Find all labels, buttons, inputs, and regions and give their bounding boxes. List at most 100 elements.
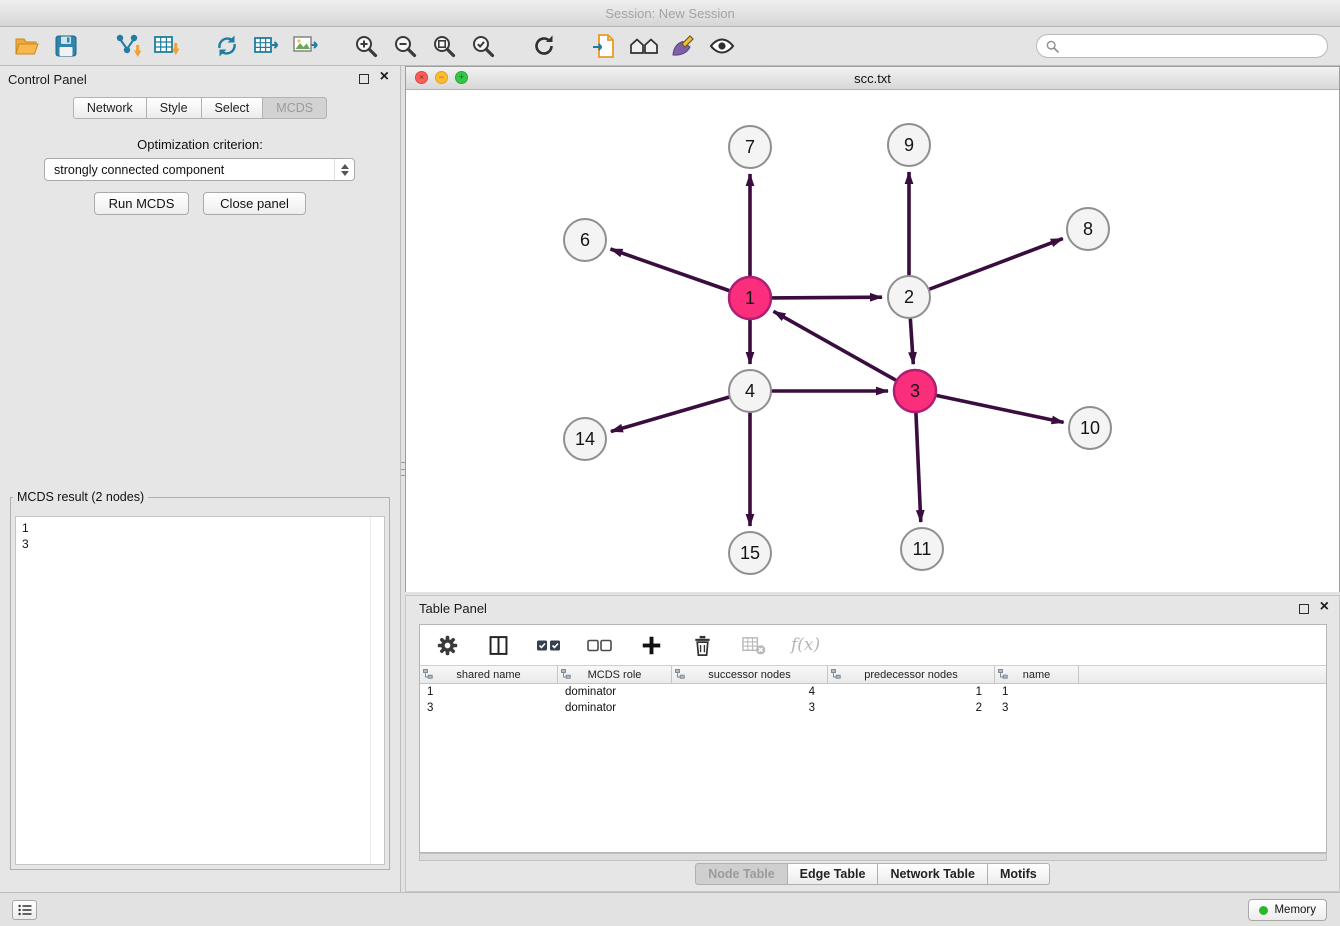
- show-hide-icon[interactable]: [707, 31, 737, 61]
- mcds-result-list[interactable]: 13: [15, 516, 385, 865]
- table-row[interactable]: 3dominator323: [420, 700, 1326, 716]
- graph-node-15[interactable]: 15: [729, 532, 771, 574]
- table-cell[interactable]: 1: [420, 684, 558, 700]
- apply-layout-icon[interactable]: [212, 31, 242, 61]
- task-history-button[interactable]: [12, 900, 37, 920]
- column-header-MCDS-role[interactable]: MCDS role: [558, 666, 672, 683]
- run-mcds-button[interactable]: Run MCDS: [94, 192, 189, 215]
- search-icon: [1046, 40, 1059, 53]
- deselect-all-icon[interactable]: [587, 632, 613, 658]
- search-input[interactable]: [1064, 39, 1318, 53]
- svg-text:7: 7: [745, 137, 755, 157]
- graphics-details-icon[interactable]: [668, 31, 698, 61]
- graph-edge-3-10[interactable]: [936, 395, 1064, 422]
- table-cell[interactable]: dominator: [558, 684, 672, 700]
- delete-column-icon[interactable]: [689, 632, 715, 658]
- graph-node-6[interactable]: 6: [564, 219, 606, 261]
- graph-edge-2-3[interactable]: [910, 318, 913, 364]
- svg-text:4: 4: [745, 381, 755, 401]
- tab-mcds[interactable]: MCDS: [263, 97, 327, 119]
- copy-network-icon[interactable]: [590, 31, 620, 61]
- graph-node-1[interactable]: 1: [729, 277, 771, 319]
- table-cell[interactable]: 1: [828, 684, 995, 700]
- table-row[interactable]: 1dominator411: [420, 684, 1326, 700]
- import-network-icon[interactable]: [112, 31, 142, 61]
- zoom-fit-icon[interactable]: [429, 31, 459, 61]
- open-session-icon[interactable]: [12, 31, 42, 61]
- export-image-icon[interactable]: [290, 31, 320, 61]
- graph-node-3[interactable]: 3: [894, 370, 936, 412]
- mcds-result-item[interactable]: 1: [22, 520, 384, 536]
- zoom-selected-icon[interactable]: [468, 31, 498, 61]
- table-cell[interactable]: 3: [420, 700, 558, 716]
- graph-node-11[interactable]: 11: [901, 528, 943, 570]
- column-header-predecessor-nodes[interactable]: predecessor nodes: [828, 666, 995, 683]
- graph-node-9[interactable]: 9: [888, 124, 930, 166]
- control-panel-title: Control Panel: [8, 72, 87, 87]
- column-header-successor-nodes[interactable]: successor nodes: [672, 666, 828, 683]
- column-header-name[interactable]: name: [995, 666, 1079, 683]
- network-canvas[interactable]: 1 2 3 4 6 7 8 9 10 11 14 15: [406, 90, 1339, 592]
- save-session-icon[interactable]: [51, 31, 81, 61]
- svg-text:10: 10: [1080, 418, 1100, 438]
- table-cell[interactable]: 3: [672, 700, 828, 716]
- tab-network-table[interactable]: Network Table: [878, 863, 988, 885]
- tab-style[interactable]: Style: [147, 97, 202, 119]
- add-column-icon[interactable]: [638, 632, 664, 658]
- first-neighbors-icon[interactable]: [629, 31, 659, 61]
- graph-node-2[interactable]: 2: [888, 276, 930, 318]
- tab-network[interactable]: Network: [73, 97, 147, 119]
- select-all-icon[interactable]: [536, 632, 562, 658]
- window-zoom-icon[interactable]: +: [455, 71, 468, 84]
- tab-node-table[interactable]: Node Table: [695, 863, 787, 885]
- tab-motifs[interactable]: Motifs: [988, 863, 1050, 885]
- network-graph[interactable]: 1 2 3 4 6 7 8 9 10 11 14 15: [406, 90, 1339, 592]
- table-cell[interactable]: 4: [672, 684, 828, 700]
- tab-edge-table[interactable]: Edge Table: [788, 863, 879, 885]
- svg-text:14: 14: [575, 429, 595, 449]
- zoom-out-icon[interactable]: [390, 31, 420, 61]
- column-sort-icon: [561, 669, 571, 679]
- graph-edge-2-8[interactable]: [929, 239, 1063, 290]
- import-table-icon[interactable]: [151, 31, 181, 61]
- graph-node-8[interactable]: 8: [1067, 208, 1109, 250]
- export-table-icon[interactable]: [251, 31, 281, 61]
- column-header-shared-name[interactable]: shared name: [420, 666, 558, 683]
- graph-edge-1-6[interactable]: [611, 249, 731, 291]
- graph-edge-3-1[interactable]: [774, 311, 897, 380]
- memory-label: Memory: [1274, 904, 1316, 916]
- window-minimize-icon[interactable]: −: [435, 71, 448, 84]
- float-table-panel-icon[interactable]: [1299, 604, 1309, 614]
- column-sort-icon: [831, 669, 841, 679]
- table-horizontal-scrollbar[interactable]: [419, 853, 1327, 861]
- optimization-label: Optimization criterion:: [0, 137, 400, 152]
- search-box[interactable]: [1036, 34, 1328, 58]
- memory-button[interactable]: Memory: [1248, 899, 1327, 921]
- criterion-select[interactable]: strongly connected component: [44, 158, 355, 181]
- float-panel-icon[interactable]: [359, 74, 369, 84]
- close-panel-icon[interactable]: ×: [380, 68, 389, 86]
- table-cell[interactable]: 2: [828, 700, 995, 716]
- refresh-network-icon[interactable]: [529, 31, 559, 61]
- graph-node-4[interactable]: 4: [729, 370, 771, 412]
- close-table-panel-icon[interactable]: ×: [1320, 598, 1329, 616]
- graph-edge-4-14[interactable]: [611, 397, 730, 432]
- graph-node-7[interactable]: 7: [729, 126, 771, 168]
- graph-node-14[interactable]: 14: [564, 418, 606, 460]
- graph-node-10[interactable]: 10: [1069, 407, 1111, 449]
- graph-edge-3-11[interactable]: [916, 412, 921, 522]
- table-cell[interactable]: 1: [995, 684, 1079, 700]
- network-window: × − + scc.txt 1234678910111415: [405, 66, 1340, 592]
- show-columns-icon[interactable]: [485, 632, 511, 658]
- window-close-icon[interactable]: ×: [415, 71, 428, 84]
- table-settings-gear-icon[interactable]: [434, 632, 460, 658]
- zoom-in-icon[interactable]: [351, 31, 381, 61]
- memory-status-icon: [1259, 906, 1268, 915]
- mcds-result-item[interactable]: 3: [22, 536, 384, 552]
- table-cell[interactable]: dominator: [558, 700, 672, 716]
- tab-select[interactable]: Select: [202, 97, 264, 119]
- task-list-icon: [18, 904, 32, 916]
- graph-edge-1-2[interactable]: [771, 297, 882, 298]
- close-panel-button[interactable]: Close panel: [203, 192, 306, 215]
- table-cell[interactable]: 3: [995, 700, 1079, 716]
